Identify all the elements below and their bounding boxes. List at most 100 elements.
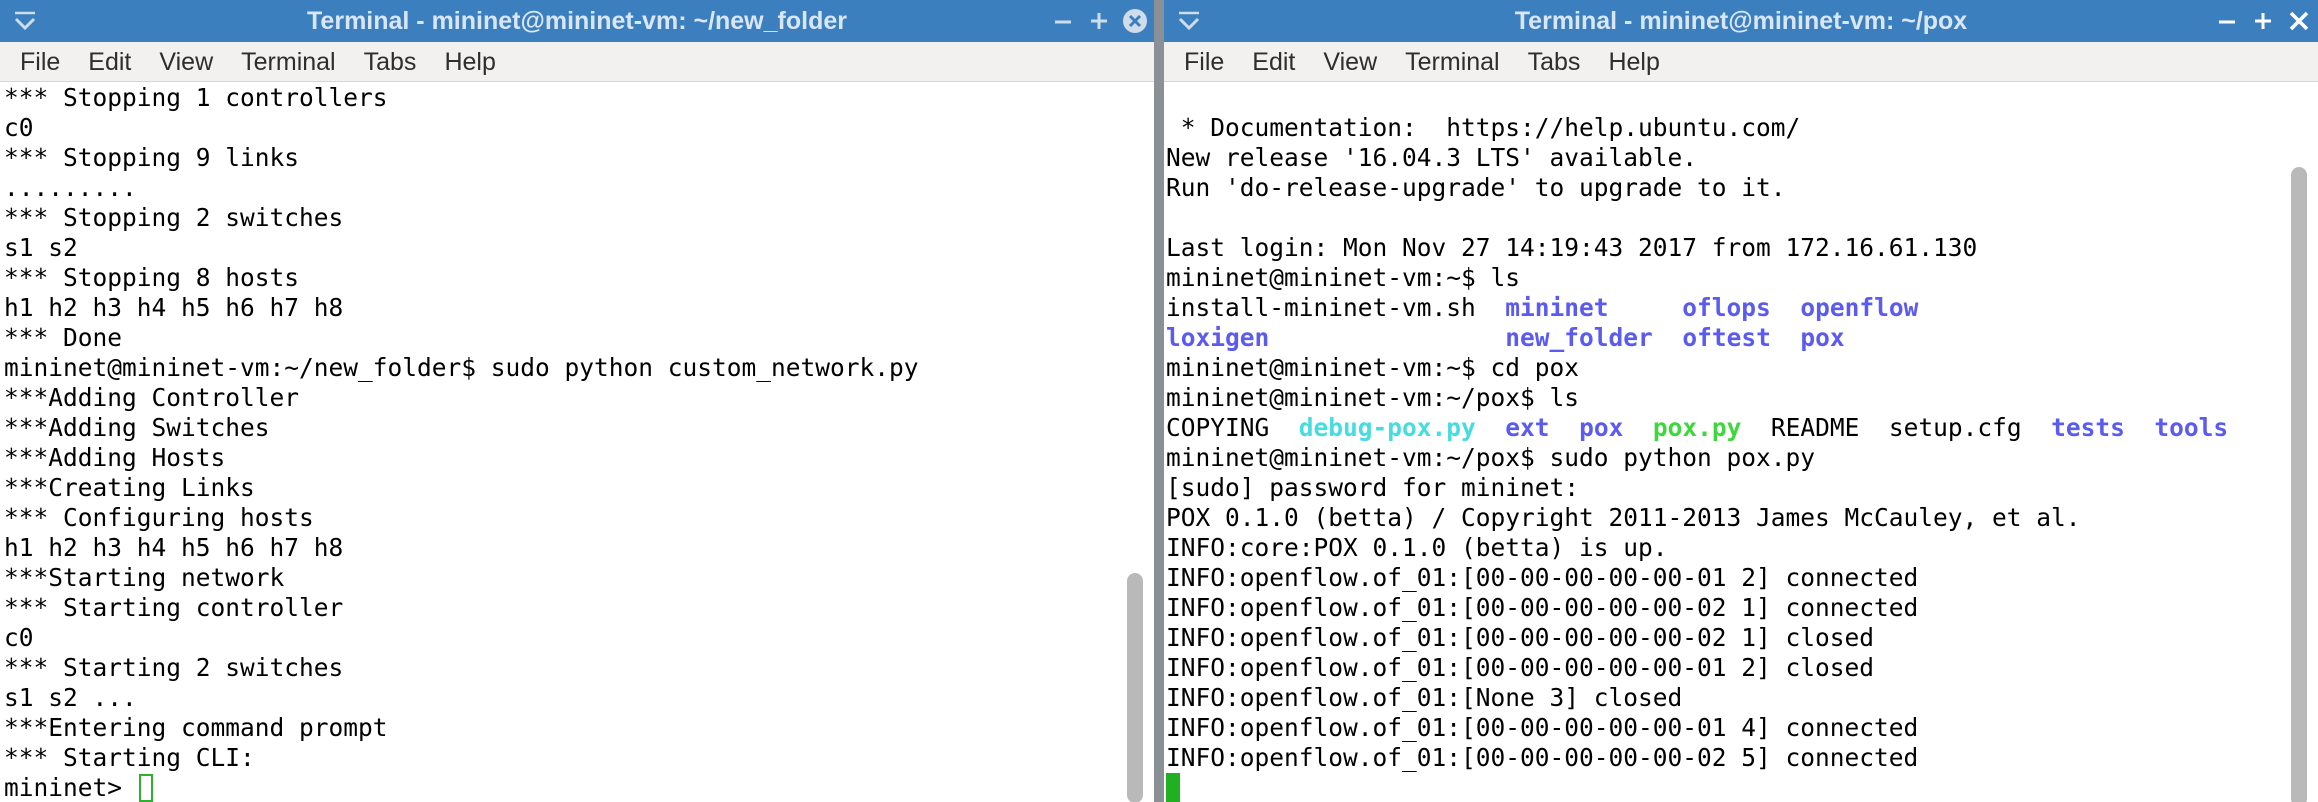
minimize-icon[interactable] [2214, 8, 2240, 34]
terminal-text: mininet@mininet-vm:~$ cd pox [1166, 353, 1580, 382]
terminal-text: INFO:openflow.of_01:[00-00-00-00-00-01 4… [1166, 713, 1919, 742]
scrollbar[interactable] [2282, 83, 2318, 802]
menu-file[interactable]: File [1170, 42, 1238, 82]
terminal-line: mininet@mininet-vm:~/pox$ sudo python po… [1166, 443, 2278, 473]
terminal-text: INFO:openflow.of_01:[None 3] closed [1166, 683, 1683, 712]
terminal-text: Last login: Mon Nov 27 14:19:43 2017 fro… [1166, 233, 1978, 262]
terminal-line: ***Entering command prompt [4, 713, 1114, 743]
menu-bar: File Edit View Terminal Tabs Help [0, 42, 1154, 82]
menu-tabs[interactable]: Tabs [1514, 42, 1595, 82]
terminal-text: ***Entering command prompt [4, 713, 388, 742]
scrollbar[interactable] [1118, 83, 1154, 802]
terminal-line: *** Stopping 1 controllers [4, 83, 1114, 113]
terminal-line: New release '16.04.3 LTS' available. [1166, 143, 2278, 173]
terminal-text: h1 h2 h3 h4 h5 h6 h7 h8 [4, 293, 344, 322]
terminal-text: ***Adding Controller [4, 383, 300, 412]
terminal-text: mininet@mininet-vm:~/new_folder$ sudo py… [4, 353, 919, 382]
terminal-line: h1 h2 h3 h4 h5 h6 h7 h8 [4, 533, 1114, 563]
terminal-line: INFO:openflow.of_01:[00-00-00-00-00-01 2… [1166, 563, 2278, 593]
menu-edit[interactable]: Edit [74, 42, 145, 82]
terminal-line: [sudo] password for mininet: [1166, 473, 2278, 503]
terminal-line: *** Starting CLI: [4, 743, 1114, 773]
window-title: Terminal - mininet@mininet-vm: ~/pox [1514, 7, 1968, 35]
menu-help[interactable]: Help [1594, 42, 1673, 82]
terminal-line: * Documentation: https://help.ubuntu.com… [1166, 113, 2278, 143]
menu-terminal[interactable]: Terminal [1391, 42, 1513, 82]
terminal-text: *** Stopping 9 links [4, 143, 300, 172]
terminal-line: INFO:openflow.of_01:[00-00-00-00-00-02 1… [1166, 623, 2278, 653]
terminal-text: * Documentation: https://help.ubuntu.com… [1166, 113, 1801, 142]
terminal-line: ***Starting network [4, 563, 1114, 593]
ls-entry-dir: oflops [1682, 293, 1771, 322]
window-divider [1154, 0, 1164, 802]
maximize-icon[interactable] [1086, 8, 1112, 34]
terminal-text: s1 s2 [4, 233, 78, 262]
ls-entry-dir: ext [1505, 413, 1550, 442]
menu-view[interactable]: View [145, 42, 227, 82]
scroll-thumb[interactable] [1127, 573, 1143, 802]
menu-file[interactable]: File [6, 42, 74, 82]
terminal-text: INFO:core:POX 0.1.0 (betta) is up. [1166, 533, 1668, 562]
terminal-text: c0 [4, 623, 34, 652]
terminal-text: ***Starting network [4, 563, 285, 592]
terminal-line: ***Adding Controller [4, 383, 1114, 413]
terminal-text: INFO:openflow.of_01:[00-00-00-00-00-02 5… [1166, 743, 1919, 772]
terminal-text: INFO:openflow.of_01:[00-00-00-00-00-02 1… [1166, 593, 1919, 622]
text-cursor [138, 774, 153, 802]
minimize-icon[interactable] [1050, 8, 1076, 34]
menu-help[interactable]: Help [430, 42, 509, 82]
terminal-text: ***Adding Hosts [4, 443, 226, 472]
ls-entry-dir: tools [2154, 413, 2229, 442]
terminal-line: POX 0.1.0 (betta) / Copyright 2011-2013 … [1166, 503, 2278, 533]
terminal-output[interactable]: *** Stopping 1 controllers c0 *** Stopping… [0, 83, 1154, 802]
terminal-text: New release '16.04.3 LTS' available. [1166, 143, 1698, 172]
terminal-line: *** Configuring hosts [4, 503, 1114, 533]
title-bar[interactable]: Terminal - mininet@mininet-vm: ~/pox [1164, 0, 2318, 42]
terminal-line: INFO:openflow.of_01:[00-00-00-00-00-01 4… [1166, 713, 2278, 743]
terminal-line: loxigen new_folder oftest pox [1166, 323, 2278, 353]
ls-entry-dir: pox [1579, 413, 1624, 442]
terminal-window-left[interactable]: Terminal - mininet@mininet-vm: ~/new_fol… [0, 0, 1154, 802]
terminal-line: c0 [4, 113, 1114, 143]
terminal-line [1166, 773, 2278, 802]
terminal-text: *** Configuring hosts [4, 503, 314, 532]
menu-tabs[interactable]: Tabs [350, 42, 431, 82]
terminal-line: Last login: Mon Nov 27 14:19:43 2017 fro… [1166, 233, 2278, 263]
terminal-text: s1 s2 ... [4, 683, 137, 712]
terminal-text: ***Adding Switches [4, 413, 270, 442]
terminal-line: mininet@mininet-vm:~$ cd pox [1166, 353, 2278, 383]
menu-edit[interactable]: Edit [1238, 42, 1309, 82]
terminal-line: INFO:core:POX 0.1.0 (betta) is up. [1166, 533, 2278, 563]
terminal-line: ***Adding Switches [4, 413, 1114, 443]
terminal-line: *** Stopping 9 links [4, 143, 1114, 173]
terminal-text: INFO:openflow.of_01:[00-00-00-00-00-02 1… [1166, 623, 1875, 652]
ls-entry-dir: loxigen [1166, 323, 1270, 352]
terminal-text: COPYING [1166, 413, 1299, 442]
menu-view[interactable]: View [1309, 42, 1391, 82]
menu-terminal[interactable]: Terminal [227, 42, 349, 82]
maximize-icon[interactable] [2250, 8, 2276, 34]
terminal-line: *** Starting controller [4, 593, 1114, 623]
terminal-output[interactable]: * Documentation: https://help.ubuntu.com… [1164, 83, 2318, 802]
terminal-line: ***Adding Hosts [4, 443, 1114, 473]
terminal-line: INFO:openflow.of_01:[00-00-00-00-00-02 5… [1166, 743, 2278, 773]
terminal-line: h1 h2 h3 h4 h5 h6 h7 h8 [4, 293, 1114, 323]
title-bar[interactable]: Terminal - mininet@mininet-vm: ~/new_fol… [0, 0, 1154, 42]
terminal-window-right[interactable]: Terminal - mininet@mininet-vm: ~/pox Fil… [1164, 0, 2318, 802]
scroll-thumb[interactable] [2291, 167, 2307, 802]
terminal-text: mininet> [4, 773, 137, 802]
terminal-text: POX 0.1.0 (betta) / Copyright 2011-2013 … [1166, 503, 2081, 532]
terminal-text: *** Done [4, 323, 123, 352]
terminal-text: ......... [4, 173, 137, 202]
close-icon[interactable] [2286, 8, 2312, 34]
close-icon[interactable] [1122, 8, 1148, 34]
